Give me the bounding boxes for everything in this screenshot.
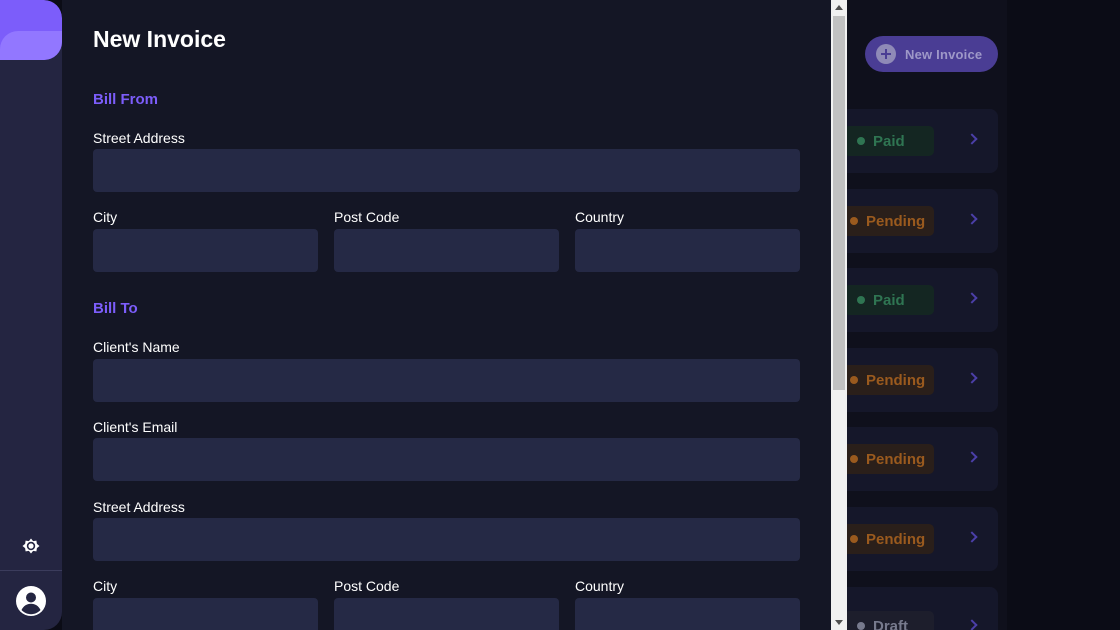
bill-from-street-label: Street Address — [93, 130, 185, 146]
bill-to-country-label: Country — [575, 578, 625, 594]
status-badge: Draft — [844, 611, 934, 630]
status-label: Pending — [866, 212, 926, 230]
invoice-row[interactable]: Paid — [830, 109, 998, 173]
client-email-input[interactable] — [93, 438, 800, 481]
status-label: Paid — [873, 291, 905, 309]
client-email-label: Client's Email — [93, 419, 178, 435]
status-label: Pending — [866, 450, 926, 468]
status-label: Draft — [873, 617, 909, 630]
status-badge: Paid — [844, 285, 934, 315]
drawer-title: New Invoice — [93, 26, 226, 52]
client-name-input[interactable] — [93, 359, 800, 402]
logo-lower-shape — [0, 31, 62, 60]
invoice-row[interactable]: Pending — [830, 189, 998, 253]
sun-icon[interactable] — [19, 534, 43, 558]
status-dot — [857, 137, 865, 145]
scroll-down-arrow-icon[interactable] — [835, 620, 843, 625]
status-badge: Pending — [840, 524, 934, 554]
scroll-up-arrow-icon[interactable] — [835, 5, 843, 10]
invoice-row[interactable]: Pending — [830, 427, 998, 491]
status-dot — [857, 622, 865, 630]
bill-to-heading: Bill To — [93, 300, 138, 317]
app-sidebar — [0, 0, 62, 630]
chevron-right-icon — [966, 619, 978, 630]
new-invoice-button[interactable]: New Invoice — [865, 36, 998, 72]
chevron-right-icon — [966, 531, 978, 543]
invoice-row[interactable]: Pending — [830, 507, 998, 571]
bill-to-street-label: Street Address — [93, 499, 185, 515]
chevron-right-icon — [966, 292, 978, 304]
bill-from-country-input[interactable] — [575, 229, 800, 272]
bill-to-postcode-input[interactable] — [334, 598, 559, 630]
drawer-scrollbar[interactable] — [831, 0, 847, 630]
new-invoice-drawer: New Invoice Bill From Street Address Cit… — [62, 0, 831, 630]
status-label: Pending — [866, 530, 926, 548]
bill-to-street-input[interactable] — [93, 518, 800, 561]
bill-to-postcode-label: Post Code — [334, 578, 400, 594]
bill-to-city-input[interactable] — [93, 598, 318, 630]
bill-from-city-label: City — [93, 209, 118, 225]
chevron-right-icon — [966, 133, 978, 145]
bill-from-street-input[interactable] — [93, 149, 800, 192]
bill-from-city-input[interactable] — [93, 229, 318, 272]
status-badge: Pending — [840, 206, 934, 236]
chevron-right-icon — [966, 213, 978, 225]
plus-icon — [876, 44, 896, 64]
status-label: Paid — [873, 132, 905, 150]
bill-to-country-input[interactable] — [575, 598, 800, 630]
invoice-row[interactable]: Draft — [830, 587, 998, 630]
bill-from-country-label: Country — [575, 209, 625, 225]
scrollbar-thumb[interactable] — [833, 16, 845, 390]
invoice-row[interactable]: Paid — [830, 268, 998, 332]
chevron-right-icon — [966, 372, 978, 384]
status-dot — [850, 217, 858, 225]
invoice-row[interactable]: Pending — [830, 348, 998, 412]
status-dot — [850, 376, 858, 384]
chevron-right-icon — [966, 451, 978, 463]
status-dot — [857, 296, 865, 304]
status-badge: Paid — [844, 126, 934, 156]
status-badge: Pending — [840, 365, 934, 395]
new-invoice-button-label: New Invoice — [905, 46, 983, 62]
status-dot — [850, 455, 858, 463]
client-name-label: Client's Name — [93, 339, 180, 355]
bill-to-city-label: City — [93, 578, 118, 594]
sidebar-divider — [0, 570, 62, 571]
account-circle-icon[interactable] — [15, 585, 47, 617]
app-logo[interactable] — [0, 0, 62, 60]
status-dot — [850, 535, 858, 543]
status-label: Pending — [866, 371, 926, 389]
bill-from-postcode-label: Post Code — [334, 209, 400, 225]
bill-from-heading: Bill From — [93, 91, 159, 108]
bill-from-postcode-input[interactable] — [334, 229, 559, 272]
status-badge: Pending — [840, 444, 934, 474]
